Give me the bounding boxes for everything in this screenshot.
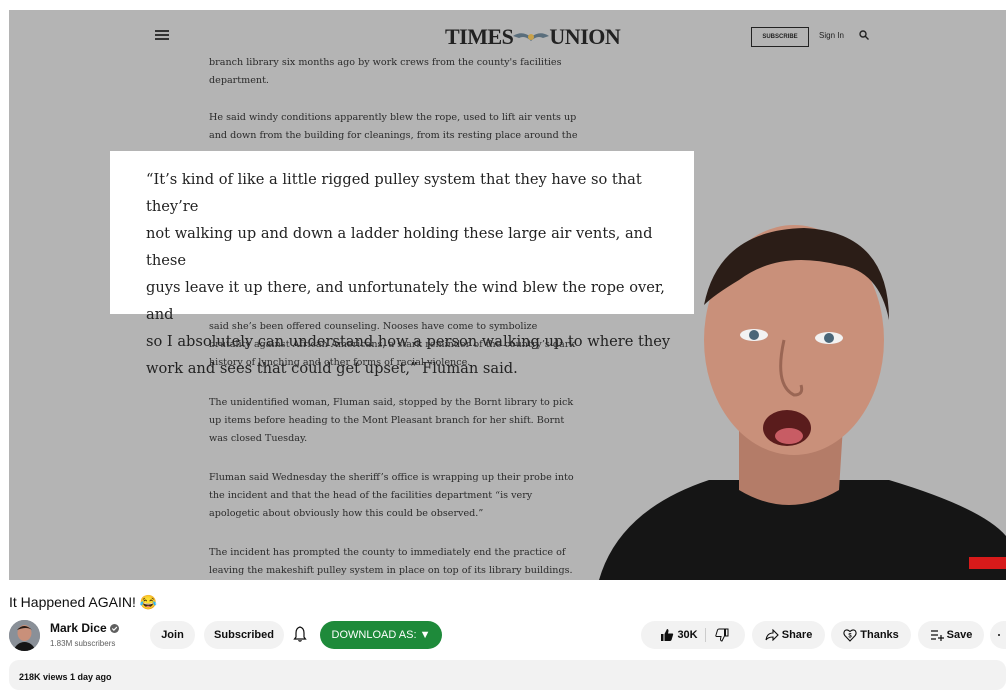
- more-icon: [998, 634, 1000, 636]
- article-paragraph: said she’s been offered counseling. Noos…: [209, 318, 599, 372]
- article-line: He said windy conditions apparently blew…: [209, 112, 577, 123]
- join-button[interactable]: Join: [150, 621, 195, 649]
- like-dislike-group: 30K: [641, 621, 745, 649]
- article-line: was closed Tuesday.: [209, 433, 308, 444]
- view-count: 218K views 1 day ago: [19, 672, 112, 682]
- article-paragraph: branch library six months ago by work cr…: [209, 54, 599, 90]
- article-line: up items before heading to the Mont Plea…: [209, 415, 565, 426]
- article-line: the incident and that the head of the fa…: [209, 490, 533, 501]
- dislike-button[interactable]: [715, 621, 729, 649]
- subscribe-watermark: [969, 557, 1006, 569]
- article-line: said she’s been offered counseling. Noos…: [209, 321, 538, 332]
- save-label: Save: [946, 629, 973, 641]
- article-paragraph: The incident has prompted the county to …: [209, 544, 599, 580]
- eagle-logo-icon: [513, 33, 550, 41]
- article-line: The unidentified woman, Fluman said, sto…: [209, 397, 574, 408]
- thumbs-up-icon: [661, 629, 674, 642]
- avatar-image: [9, 620, 40, 651]
- article-subscribe-button: SUBSCRIBE: [751, 27, 809, 47]
- article-line: leaving the makeshift pulley system in p…: [209, 565, 573, 576]
- like-divider: [705, 628, 706, 642]
- newspaper-logo: TIMES UNION: [445, 24, 621, 49]
- avatar[interactable]: [9, 620, 40, 651]
- channel-name-label[interactable]: Mark Dice: [50, 621, 107, 635]
- menu-icon: [155, 30, 169, 40]
- video-player[interactable]: TIMES UNION SUBSCRIBE Sign In branch libr…: [9, 10, 1006, 580]
- thanks-label: Thanks: [860, 629, 899, 641]
- article-paragraph: The unidentified woman, Fluman said, sto…: [209, 394, 599, 448]
- article-line: Fluman said Wednesday the sheriff’s offi…: [209, 472, 574, 483]
- article-line: brutality against African Americans, a s…: [209, 339, 576, 350]
- share-icon: [765, 629, 779, 642]
- article-paragraph: Fluman said Wednesday the sheriff’s offi…: [209, 469, 599, 523]
- save-playlist-icon: [930, 630, 944, 642]
- article-paragraph: He said windy conditions apparently blew…: [209, 109, 599, 145]
- thumbs-down-icon: [715, 628, 729, 642]
- article-sign-in: Sign In: [819, 31, 844, 40]
- subscriber-count: 1.83M subscribers: [50, 639, 116, 648]
- channel-name[interactable]: Mark Dice: [50, 621, 120, 635]
- article-line: apologetic about obviously how this coul…: [209, 508, 484, 519]
- article-line: history of lynching and other forms of r…: [209, 357, 471, 368]
- video-title: It Happened AGAIN! 😂: [9, 594, 158, 610]
- more-actions-button[interactable]: [990, 621, 1006, 649]
- verified-icon: [110, 624, 120, 634]
- thanks-icon: $: [843, 629, 857, 642]
- share-label: Share: [781, 629, 813, 641]
- save-button[interactable]: Save: [918, 621, 984, 649]
- article-line: branch library six months ago by work cr…: [209, 57, 562, 68]
- presenter-image: [599, 225, 1006, 580]
- description-box[interactable]: 218K views 1 day ago: [9, 660, 1006, 690]
- article-line: and down from the building for cleanings…: [209, 130, 578, 141]
- like-button[interactable]: 30K: [649, 621, 709, 649]
- like-count: 30K: [677, 629, 698, 641]
- article-line: The incident has prompted the county to …: [209, 547, 566, 558]
- bell-icon[interactable]: [293, 626, 307, 642]
- article-line: department.: [209, 75, 269, 86]
- thanks-button[interactable]: $ Thanks: [831, 621, 911, 649]
- search-icon: [859, 30, 869, 40]
- download-button[interactable]: DOWNLOAD AS: ▼: [320, 621, 442, 649]
- subscribed-button[interactable]: Subscribed: [204, 621, 284, 649]
- share-button[interactable]: Share: [752, 621, 825, 649]
